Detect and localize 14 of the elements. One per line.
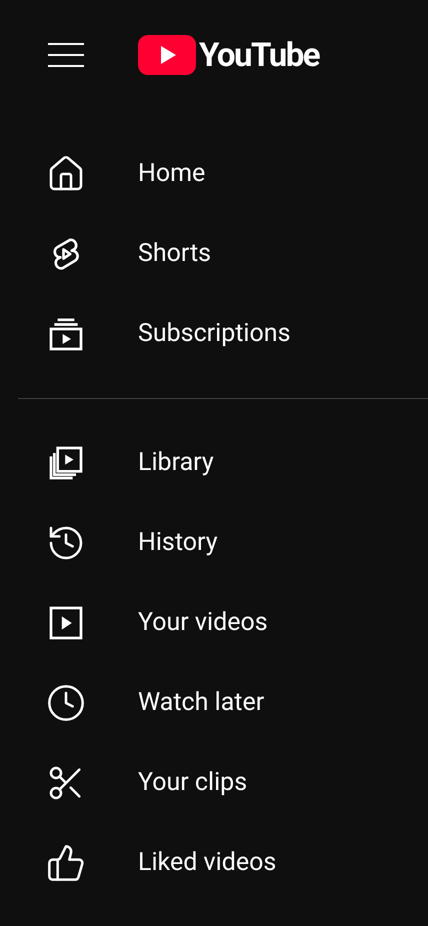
- play-logo-icon: [138, 35, 196, 75]
- nav-item[interactable]: Home: [0, 134, 428, 214]
- nav-item[interactable]: Your clips: [0, 743, 428, 823]
- nav-item[interactable]: Your videos: [0, 583, 428, 663]
- menu-icon[interactable]: [48, 42, 84, 68]
- logo-wordmark[interactable]: YouTube: [199, 38, 320, 72]
- nav-item[interactable]: Library: [0, 423, 428, 503]
- nav-item[interactable]: History: [0, 503, 428, 583]
- nav-item[interactable]: Liked videos: [0, 823, 428, 903]
- nav-item[interactable]: Subscriptions: [0, 294, 428, 374]
- thumbs-up-icon: [46, 843, 86, 883]
- nav-item[interactable]: Shorts: [0, 214, 428, 294]
- nav-item[interactable]: Watch later: [0, 663, 428, 743]
- clock-icon: [46, 683, 86, 723]
